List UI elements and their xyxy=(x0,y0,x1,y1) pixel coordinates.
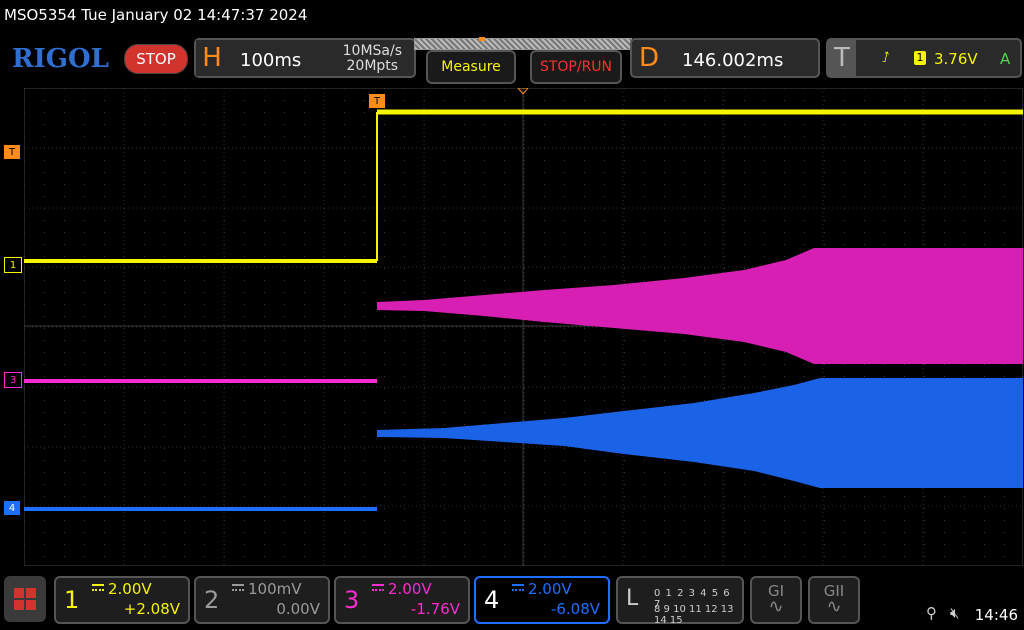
ch1-marker[interactable]: 1 xyxy=(4,257,22,273)
delay-letter: D xyxy=(638,43,660,73)
trigger-position-marker[interactable]: T xyxy=(369,94,385,108)
model-datetime: MSO5354 Tue January 02 14:47:37 2024 xyxy=(4,6,308,24)
ch1-number: 1 xyxy=(64,586,80,614)
trigger-level-marker[interactable]: T xyxy=(4,145,20,159)
ch2-offset: 0.00V xyxy=(276,600,320,618)
ch3-scale: 2.00V xyxy=(388,580,432,598)
ch2-scale: 100mV xyxy=(248,580,302,598)
ch2-number: 2 xyxy=(204,586,220,614)
clock-time: 14:46 xyxy=(974,606,1018,624)
ch4-panel[interactable]: 4 2.00V -6.08V xyxy=(474,576,610,624)
ch4-offset: -6.08V xyxy=(550,600,600,618)
dc-coupling-icon xyxy=(512,584,524,594)
bottom-bar: 1 2.00V +2.08V 2 100mV 0.00V 3 2.00V -1.… xyxy=(0,570,1024,630)
generator-2-button[interactable]: GII ∿ xyxy=(808,576,860,624)
ch4-number: 4 xyxy=(484,586,500,614)
menu-button[interactable] xyxy=(4,576,46,622)
stop-run-label: STOP/RUN xyxy=(539,59,613,75)
trigger-level: 3.76V xyxy=(934,50,978,68)
generator-1-button[interactable]: GI ∿ xyxy=(750,576,802,624)
measure-label: Measure xyxy=(441,59,501,75)
usb-icon: ⚲ xyxy=(926,604,937,622)
run-state-button[interactable]: STOP xyxy=(124,44,188,74)
rising-edge-icon: ⭜ xyxy=(882,50,890,66)
menu-grid-icon xyxy=(14,588,36,610)
memory-depth: 20Mpts xyxy=(346,58,399,74)
logic-label: L xyxy=(626,586,639,611)
top-toolbar: RIGOL STOP H 100ms 10MSa/s 20Mpts Measur… xyxy=(0,36,1024,84)
memory-position-bar xyxy=(414,37,632,50)
dc-coupling-icon xyxy=(232,584,244,594)
speaker-muted-icon[interactable]: 🔇︎ xyxy=(950,604,959,622)
ch3-marker[interactable]: 3 xyxy=(4,372,22,388)
ch1-scale: 2.00V xyxy=(108,580,152,598)
run-state-label: STOP xyxy=(136,50,176,68)
trigger-source: 1 xyxy=(914,51,926,65)
horizontal-panel[interactable]: H 100ms 10MSa/s 20Mpts xyxy=(194,38,416,78)
ch4-scale: 2.00V xyxy=(528,580,572,598)
trigger-letter: T xyxy=(828,40,856,76)
trigger-mode: A xyxy=(1000,50,1011,68)
timebase-value: 100ms xyxy=(240,50,302,71)
title-bar: MSO5354 Tue January 02 14:47:37 2024 xyxy=(0,0,1024,32)
delay-value: 146.002ms xyxy=(682,50,784,71)
sine-wave-icon: ∿ xyxy=(826,596,842,617)
ch1-panel[interactable]: 1 2.00V +2.08V xyxy=(54,576,190,624)
stop-run-button[interactable]: STOP/RUN xyxy=(530,50,622,84)
delay-panel[interactable]: D 146.002ms xyxy=(630,38,820,78)
logic-panel[interactable]: L 0 1 2 3 4 5 6 7 8 9 10 11 12 13 14 15 xyxy=(616,576,744,626)
dc-coupling-icon xyxy=(372,584,384,594)
ch3-panel[interactable]: 3 2.00V -1.76V xyxy=(334,576,470,624)
ch2-panel[interactable]: 2 100mV 0.00V xyxy=(194,576,330,624)
sample-rate: 10MSa/s xyxy=(342,43,402,59)
rigol-logo: RIGOL xyxy=(12,44,109,74)
ch3-offset: -1.76V xyxy=(410,600,460,618)
trigger-panel[interactable]: T ⭜ 1 3.76V A xyxy=(826,38,1022,78)
measure-button[interactable]: Measure xyxy=(426,50,516,84)
ch3-number: 3 xyxy=(344,586,360,614)
dc-coupling-icon xyxy=(92,584,104,594)
sine-wave-icon: ∿ xyxy=(768,596,784,617)
horizontal-letter: H xyxy=(196,40,228,76)
memory-position-marker xyxy=(479,37,485,41)
ch4-marker[interactable]: 4 xyxy=(4,501,20,515)
sample-info: 10MSa/s 20Mpts xyxy=(343,44,402,74)
waveform-display[interactable] xyxy=(24,88,1023,566)
ch1-offset: +2.08V xyxy=(123,600,180,618)
logic-digits-row2: 8 9 10 11 12 13 14 15 xyxy=(654,604,734,626)
